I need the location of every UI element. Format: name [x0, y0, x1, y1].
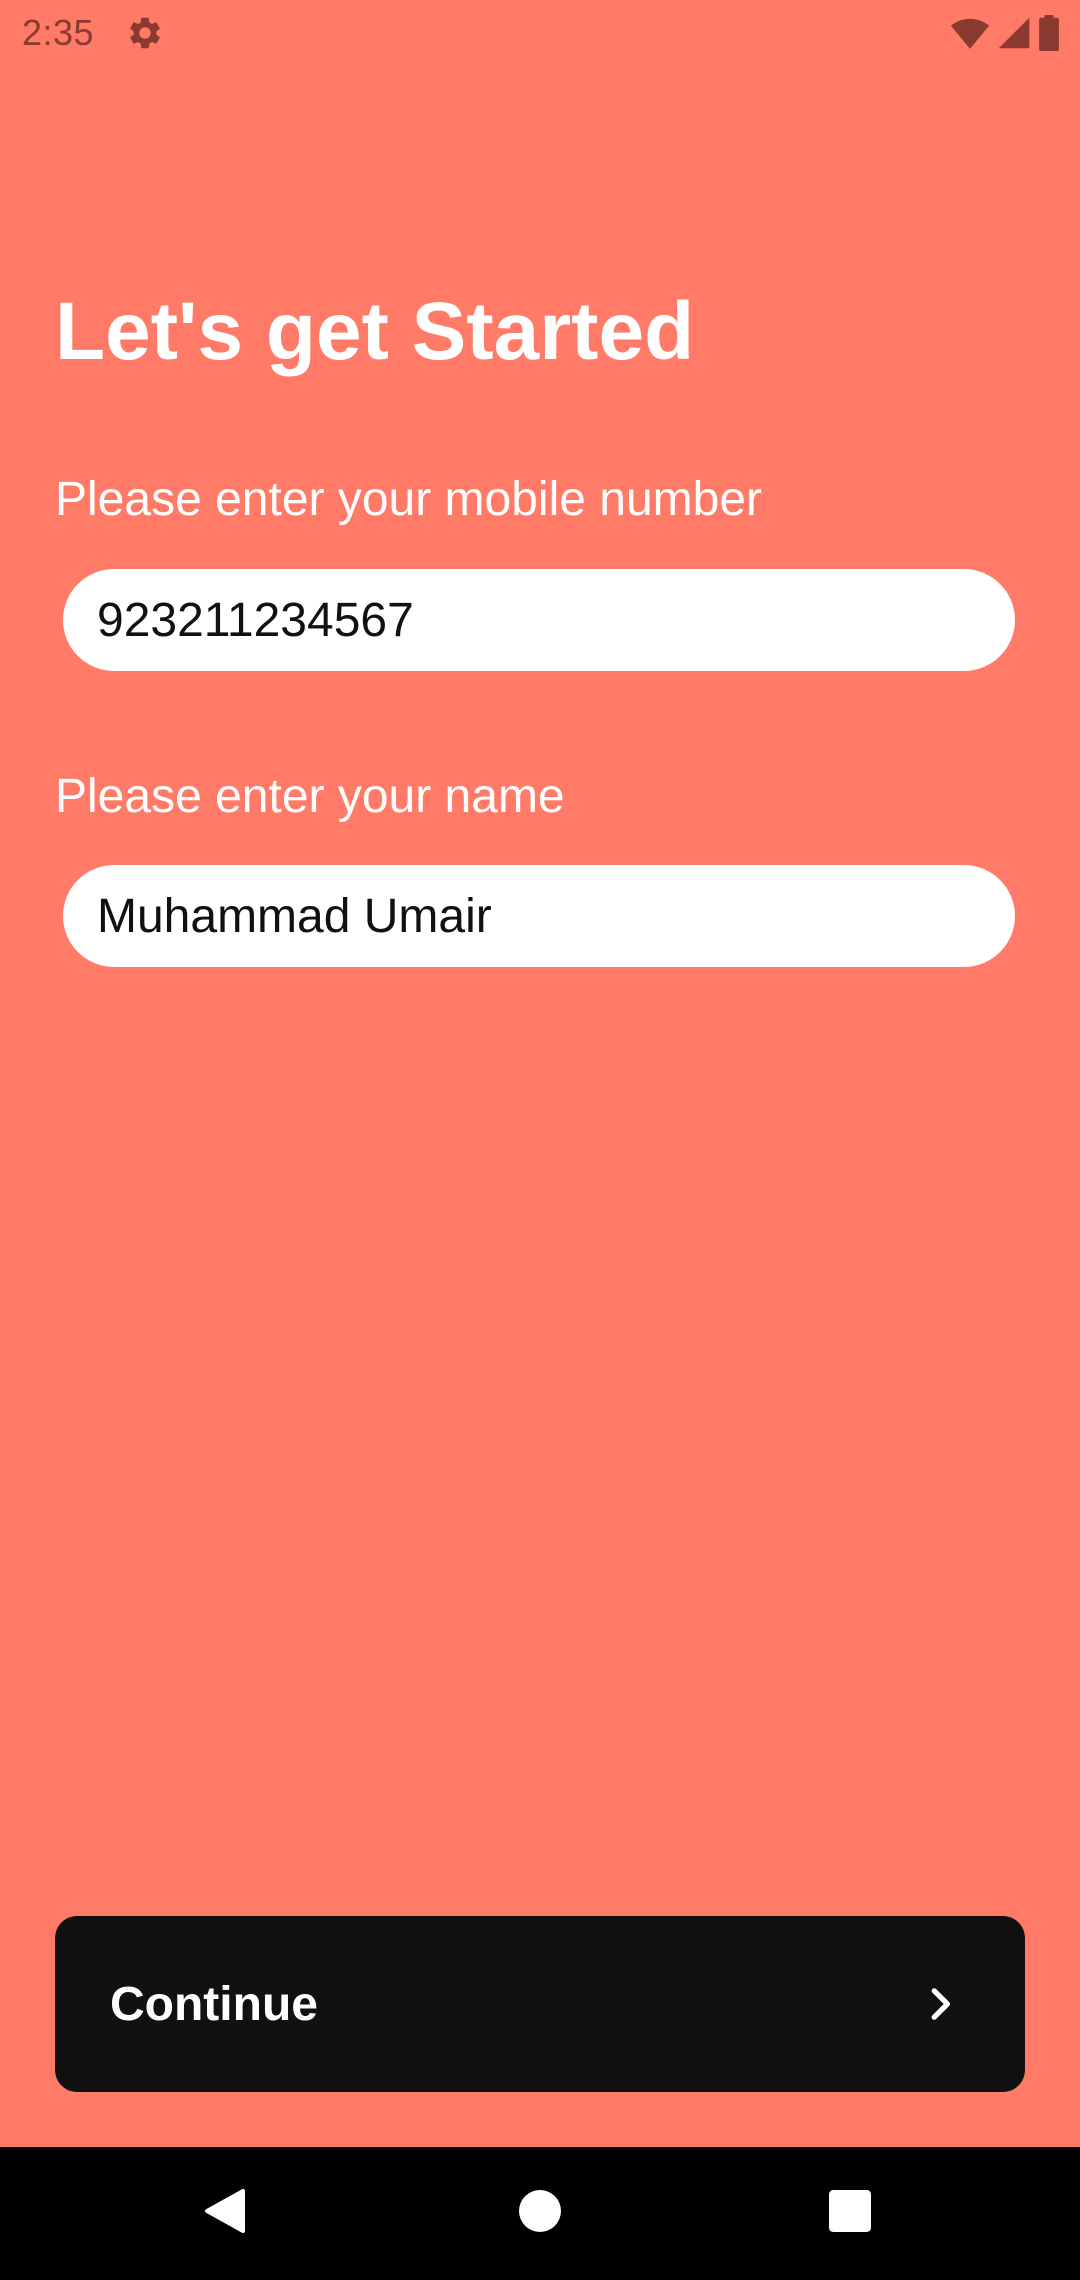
mobile-number-value: 923211234567: [97, 593, 414, 647]
continue-button[interactable]: Continue: [55, 1916, 1025, 2092]
navigation-bar: [0, 2147, 1080, 2280]
gear-icon: [126, 14, 164, 52]
status-icons: [950, 14, 1060, 52]
name-label: Please enter your name: [55, 770, 565, 823]
mobile-number-input[interactable]: 923211234567: [63, 569, 1015, 671]
signal-icon: [996, 16, 1032, 50]
mobile-number-label: Please enter your mobile number: [55, 473, 763, 526]
home-button[interactable]: [450, 2147, 630, 2280]
recents-icon: [829, 2190, 871, 2237]
page-title: Let's get Started: [55, 286, 695, 377]
name-value: Muhammad Umair: [97, 889, 492, 943]
name-input[interactable]: Muhammad Umair: [63, 865, 1015, 967]
back-button[interactable]: [135, 2147, 315, 2280]
status-time: 2:35: [22, 12, 95, 53]
status-bar: 2:35: [0, 0, 1080, 66]
chevron-right-icon: [917, 1980, 965, 2028]
continue-button-label: Continue: [110, 1977, 318, 2031]
back-icon: [203, 2187, 247, 2240]
wifi-icon: [950, 16, 990, 50]
home-icon: [519, 2190, 561, 2237]
recents-button[interactable]: [760, 2147, 940, 2280]
battery-icon: [1038, 15, 1060, 51]
